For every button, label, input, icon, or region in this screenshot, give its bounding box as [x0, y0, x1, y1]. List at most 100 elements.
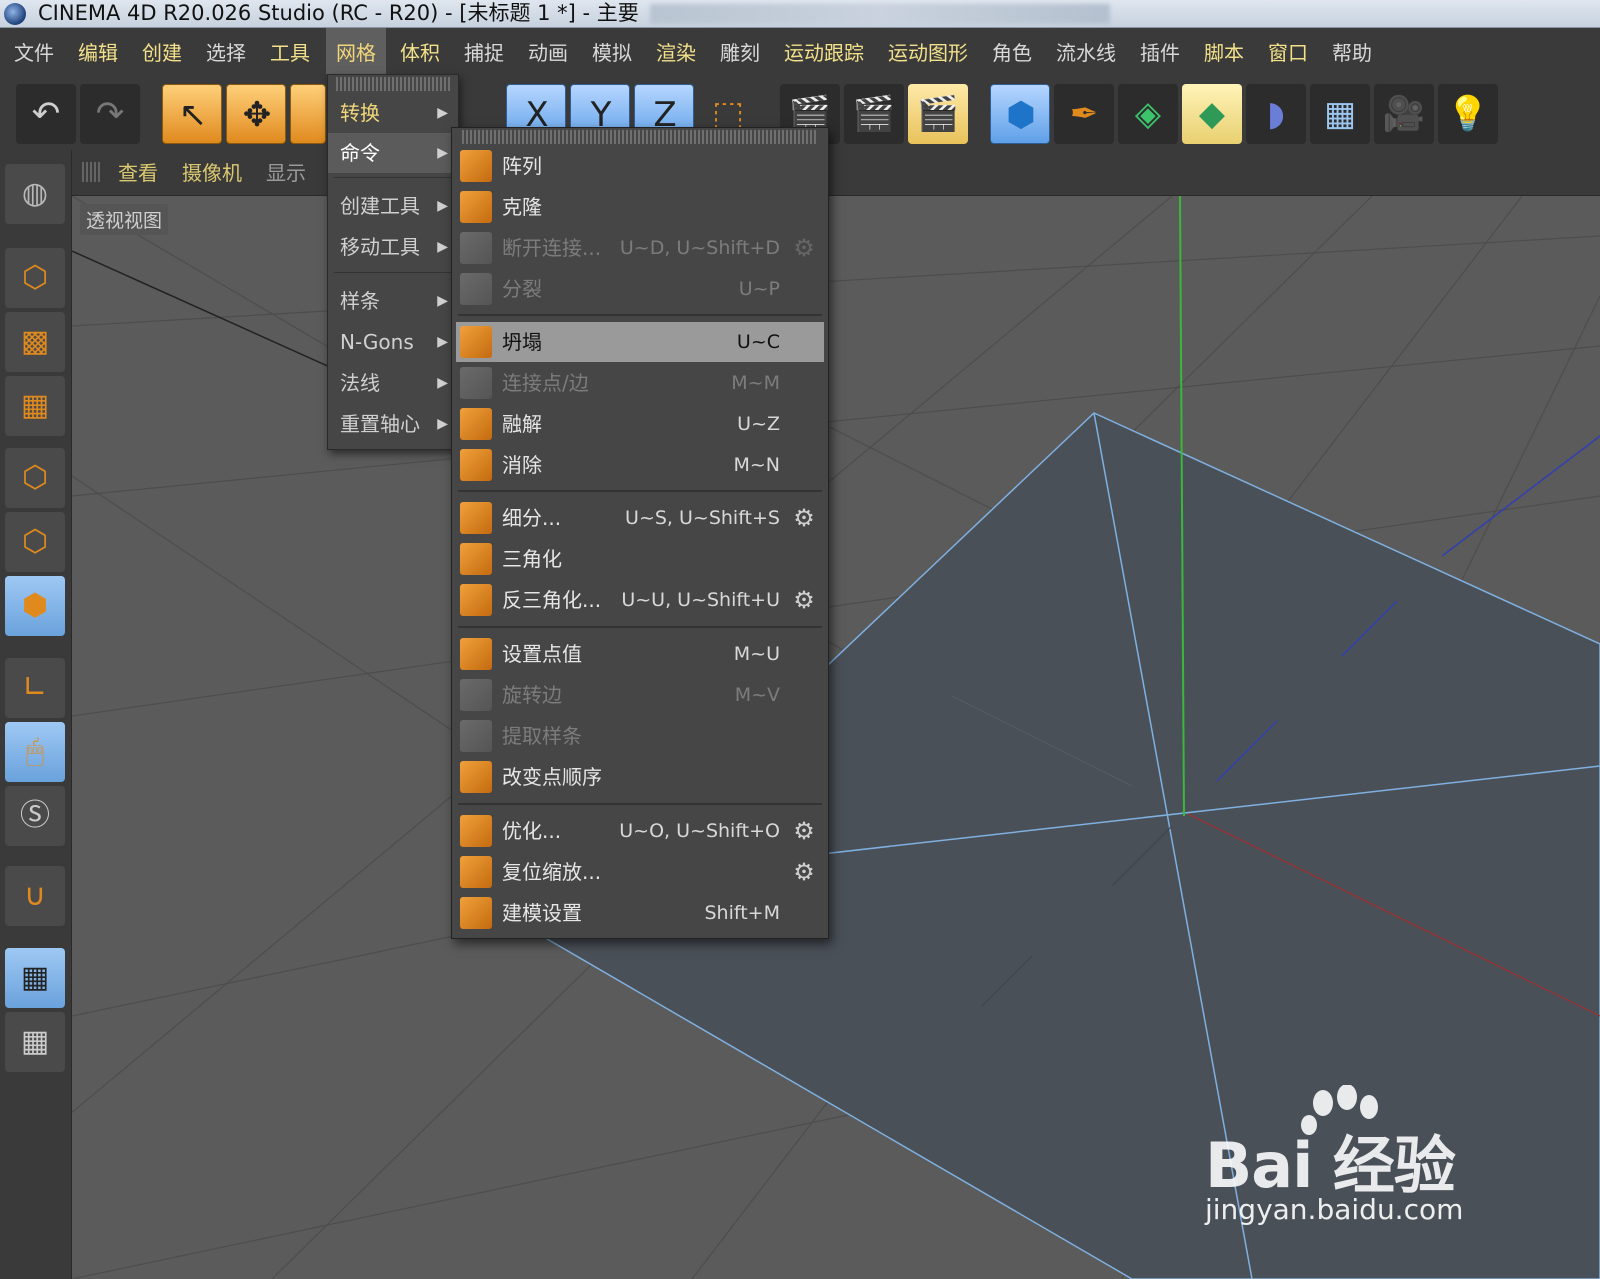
cmd-optimize[interactable]: 优化... U~O, U~Shift+O ⚙ — [456, 811, 824, 851]
subdivide-icon — [460, 502, 492, 534]
deformer-button[interactable]: ◗ — [1246, 84, 1306, 144]
cmd-untriangulate[interactable]: 反三角化... U~U, U~Shift+U ⚙ — [456, 580, 824, 620]
cmd-shortcut: M~V — [734, 684, 780, 706]
render-settings-button[interactable]: 🎬 — [908, 84, 968, 144]
make-editable-button[interactable]: ◍ — [5, 164, 65, 224]
select-tool-button[interactable]: ↖ — [162, 84, 222, 144]
mesh-menu-move-tools[interactable]: 移动工具 ▶ — [328, 227, 458, 267]
cmd-reset-scale[interactable]: 复位缩放... ⚙ — [456, 852, 824, 892]
cmd-melt[interactable]: 融解 U~Z — [456, 404, 824, 444]
workplane-mode-button[interactable]: ▦ — [5, 376, 65, 436]
snap-button[interactable]: ∪ — [5, 866, 65, 926]
menu-plugins[interactable]: 插件 — [1140, 28, 1180, 78]
menu-separator — [458, 490, 822, 492]
floor-button[interactable]: ▦ — [1310, 84, 1370, 144]
mesh-menu-convert[interactable]: 转换 ▶ — [328, 93, 458, 133]
viewport-menu-camera[interactable]: 摄像机 — [182, 150, 242, 196]
menu-motion-tracking[interactable]: 运动跟踪 — [784, 28, 864, 78]
tear-off-grip[interactable] — [336, 77, 450, 91]
scale-tool-button[interactable] — [290, 84, 326, 144]
menu-bar: 文件 编辑 创建 选择 工具 网格 体积 捕捉 动画 模拟 渲染 雕刻 运动跟踪… — [0, 28, 1600, 78]
light-button[interactable]: 💡 — [1438, 84, 1498, 144]
menu-separator — [458, 626, 822, 628]
menu-script[interactable]: 脚本 — [1204, 28, 1244, 78]
cmd-set-point-value[interactable]: 设置点值 M~U — [456, 634, 824, 674]
tweak-mode-button[interactable]: 🖱 — [5, 722, 65, 782]
points-icon: ⬡ — [21, 460, 49, 495]
menu-create[interactable]: 创建 — [142, 28, 182, 78]
cmd-label: 设置点值 — [502, 642, 582, 666]
menu-sculpt[interactable]: 雕刻 — [720, 28, 760, 78]
menu-separator — [334, 272, 452, 273]
submenu-arrow-icon: ▶ — [437, 145, 448, 161]
menu-simulate[interactable]: 模拟 — [592, 28, 632, 78]
planar-workplane-button[interactable]: ▦ — [5, 1012, 65, 1072]
tear-off-grip[interactable] — [462, 130, 818, 144]
mesh-menu-create-tools-label: 创建工具 — [340, 194, 420, 218]
mesh-menu-commands-label: 命令 — [340, 141, 380, 165]
menu-render[interactable]: 渲染 — [656, 28, 696, 78]
pen-icon: ✒ — [1069, 94, 1099, 134]
subdivision-surface-button[interactable]: ◈ — [1118, 84, 1178, 144]
undo-button[interactable]: ↶ — [16, 84, 76, 144]
cmd-collapse[interactable]: 坍塌 U~C — [456, 322, 824, 362]
edges-mode-button[interactable]: ⬡ — [5, 512, 65, 572]
gear-icon[interactable]: ⚙ — [790, 817, 818, 845]
mesh-menu-normals[interactable]: 法线 ▶ — [328, 363, 458, 403]
gear-icon[interactable]: ⚙ — [790, 858, 818, 886]
menu-file[interactable]: 文件 — [14, 28, 54, 78]
pen-tool-button[interactable]: ✒ — [1054, 84, 1114, 144]
mesh-menu-commands[interactable]: 命令 ▶ — [328, 133, 458, 173]
menu-snap[interactable]: 捕捉 — [464, 28, 504, 78]
cmd-array[interactable]: 阵列 — [456, 146, 824, 186]
cloner-button[interactable]: ◆ — [1182, 84, 1242, 144]
cube-button[interactable]: ⬢ — [990, 84, 1050, 144]
render-to-picture-viewer-button[interactable]: 🎬 — [844, 84, 904, 144]
cmd-clone[interactable]: 克隆 — [456, 187, 824, 227]
move-tool-button[interactable]: ✥ — [226, 84, 286, 144]
menu-mograph[interactable]: 运动图形 — [888, 28, 968, 78]
checker-cube-icon: ▩ — [20, 324, 50, 359]
model-mode-button[interactable]: ⬡ — [5, 248, 65, 308]
menu-window[interactable]: 窗口 — [1268, 28, 1308, 78]
mesh-menu-convert-label: 转换 — [340, 101, 380, 125]
points-mode-button[interactable]: ⬡ — [5, 448, 65, 508]
menu-pipeline[interactable]: 流水线 — [1056, 28, 1116, 78]
cmd-triangulate[interactable]: 三角化 — [456, 539, 824, 579]
texture-mode-button[interactable]: ▩ — [5, 312, 65, 372]
camera-button[interactable]: 🎥 — [1374, 84, 1434, 144]
viewport-menu-view[interactable]: 查看 — [118, 150, 158, 196]
floor-grid-icon: ▦ — [1323, 94, 1357, 134]
lock-workplane-button[interactable]: ▦ — [5, 948, 65, 1008]
redo-button[interactable]: ↷ — [80, 84, 140, 144]
solo-button[interactable]: Ⓢ — [5, 786, 65, 846]
menu-mesh[interactable]: 网格 — [326, 28, 386, 74]
mesh-menu-spline[interactable]: 样条 ▶ — [328, 281, 458, 321]
menu-animate[interactable]: 动画 — [528, 28, 568, 78]
mesh-menu-ngons[interactable]: N-Gons ▶ — [328, 322, 458, 362]
baidu-jingyan-watermark: Bai 经验 jingyan.baidu.com — [1205, 1085, 1495, 1226]
triangulate-icon — [460, 543, 492, 575]
menu-edit[interactable]: 编辑 — [78, 28, 118, 78]
array-icon — [460, 150, 492, 182]
mesh-menu-reset-axis[interactable]: 重置轴心 ▶ — [328, 404, 458, 444]
menu-tools[interactable]: 工具 — [270, 28, 310, 78]
viewport-menu-display[interactable]: 显示 — [266, 150, 306, 196]
menu-volume[interactable]: 体积 — [400, 28, 440, 78]
mesh-menu-dropdown: 转换 ▶ 命令 ▶ 创建工具 ▶ 移动工具 ▶ 样条 ▶ N-Gons ▶ 法线 ▶ 重置轴心… — [327, 74, 459, 450]
enable-axis-button[interactable]: ∟ — [5, 658, 65, 718]
cmd-spin-edge: 旋转边 M~V — [456, 675, 824, 715]
menu-help[interactable]: 帮助 — [1332, 28, 1372, 78]
watermark-url: jingyan.baidu.com — [1205, 1193, 1464, 1226]
mesh-menu-create-tools[interactable]: 创建工具 ▶ — [328, 186, 458, 226]
gear-icon[interactable]: ⚙ — [790, 586, 818, 614]
cmd-change-point-order[interactable]: 改变点顺序 — [456, 757, 824, 797]
cmd-subdivide[interactable]: 细分... U~S, U~Shift+S ⚙ — [456, 498, 824, 538]
gear-icon[interactable]: ⚙ — [790, 504, 818, 532]
cmd-dissolve[interactable]: 消除 M~N — [456, 445, 824, 485]
mouse-icon: 🖱 — [26, 734, 44, 769]
polygons-mode-button[interactable]: ⬢ — [5, 576, 65, 636]
menu-character[interactable]: 角色 — [992, 28, 1032, 78]
menu-select[interactable]: 选择 — [206, 28, 246, 78]
cmd-modeling-settings[interactable]: 建模设置 Shift+M — [456, 893, 824, 933]
